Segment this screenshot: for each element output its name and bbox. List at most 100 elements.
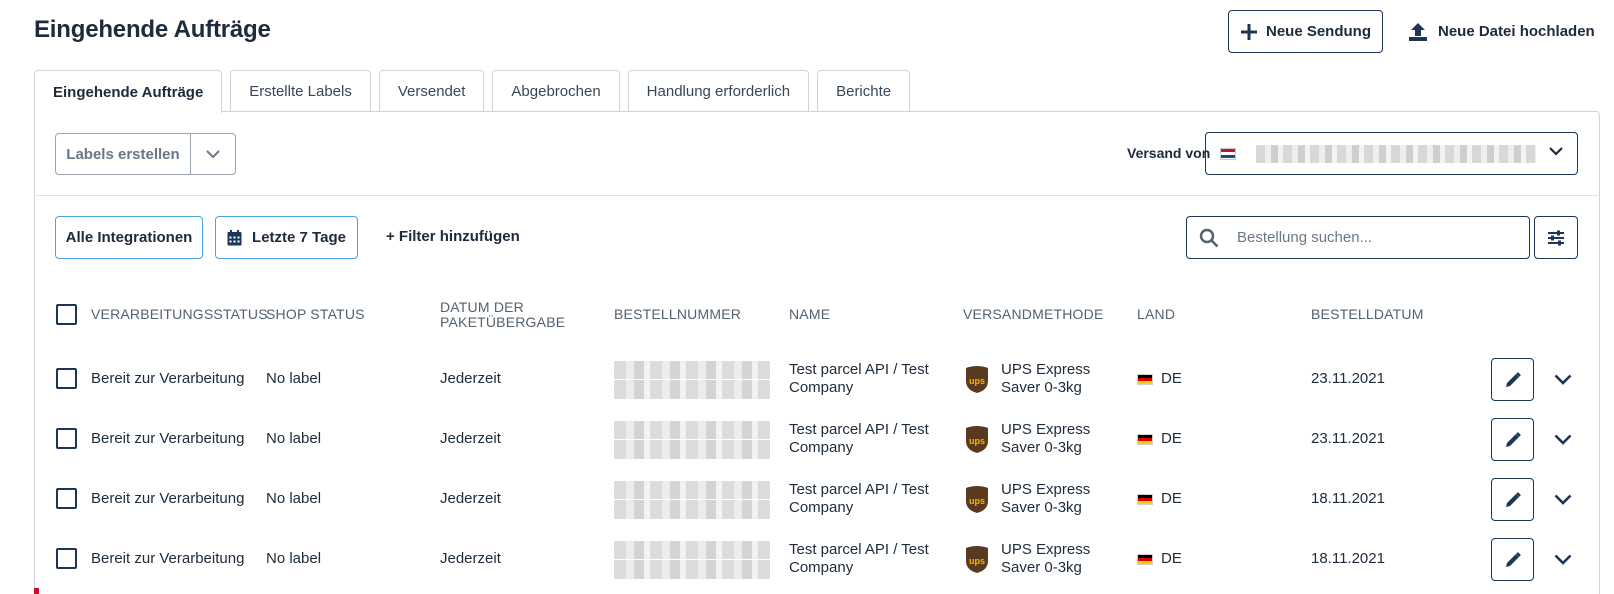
column-header-name[interactable]: NAME (789, 307, 830, 322)
upload-label: Neue Datei hochladen (1438, 23, 1595, 40)
date-range-label: Letzte 7 Tage (252, 229, 346, 246)
ups-logo-icon: ups (966, 426, 988, 453)
redacted-order-number (614, 541, 770, 579)
country-code: DE (1161, 490, 1182, 507)
plus-icon (1240, 23, 1257, 40)
column-header-processing-status[interactable]: VERARBEITUNGSSTATUS (91, 307, 268, 322)
shipping-method: UPS Express Saver 0-3kg (1001, 481, 1091, 516)
sliders-icon (1548, 230, 1564, 245)
new-shipment-label: Neue Sendung (1265, 23, 1371, 40)
shop-status: No label (266, 430, 322, 447)
chevron-down-icon (206, 149, 220, 158)
tab-action-required[interactable]: Handlung erforderlich (627, 70, 810, 112)
shop-status: No label (266, 370, 322, 387)
create-labels-dropdown-toggle[interactable] (191, 134, 235, 174)
order-date: 23.11.2021 (1311, 430, 1385, 447)
tab-shipped[interactable]: Versendet (378, 70, 485, 112)
order-date: 23.11.2021 (1311, 370, 1385, 387)
edit-button[interactable] (1491, 478, 1534, 521)
order-search-input[interactable] (1237, 229, 1507, 246)
handover-date: Jederzeit (440, 490, 501, 507)
shipping-method: UPS Express Saver 0-3kg (1001, 361, 1091, 396)
ups-logo-icon: ups (966, 366, 988, 393)
svg-text:ups: ups (969, 376, 985, 386)
page-title: Eingehende Aufträge (34, 16, 271, 43)
customer-name: Test parcel API / Test Company (789, 541, 929, 576)
search-icon (1199, 228, 1219, 247)
svg-text:ups: ups (969, 556, 985, 566)
row-checkbox[interactable] (56, 368, 77, 389)
redacted-order-number (614, 361, 770, 399)
chevron-down-icon (1549, 147, 1563, 156)
ship-from-select[interactable] (1205, 132, 1578, 175)
row-checkbox[interactable] (56, 548, 77, 569)
tab-cancelled[interactable]: Abgebrochen (492, 70, 620, 112)
column-header-handover-date[interactable]: DATUM DER PAKETÜBERGABE (440, 300, 570, 330)
redacted-address (1256, 144, 1536, 163)
customer-name: Test parcel API / Test Company (789, 361, 929, 396)
germany-flag-icon (1137, 494, 1153, 505)
divider (34, 195, 1600, 196)
svg-text:ups: ups (969, 496, 985, 506)
pencil-icon (1505, 551, 1521, 567)
order-search-box (1186, 216, 1530, 259)
shop-status: No label (266, 490, 322, 507)
order-date: 18.11.2021 (1311, 490, 1385, 507)
ups-logo-icon: ups (966, 546, 988, 573)
pencil-icon (1505, 491, 1521, 507)
germany-flag-icon (1137, 374, 1153, 385)
redacted-order-number (614, 481, 770, 519)
handover-date: Jederzeit (440, 430, 501, 447)
column-header-shipping-method[interactable]: VERSANDMETHODE (963, 307, 1103, 322)
edit-button[interactable] (1491, 538, 1534, 581)
pencil-icon (1505, 371, 1521, 387)
shipping-method: UPS Express Saver 0-3kg (1001, 541, 1091, 576)
processing-status: Bereit zur Verarbeitung (91, 550, 245, 567)
column-header-shop-status[interactable]: SHOP STATUS (266, 307, 365, 322)
create-labels-button[interactable]: Labels erstellen (56, 134, 191, 174)
column-header-order-number[interactable]: BESTELLNUMMER (614, 307, 741, 322)
tab-incoming-orders[interactable]: Eingehende Aufträge (34, 70, 223, 113)
row-checkbox[interactable] (56, 428, 77, 449)
expand-row-chevron-icon[interactable] (1553, 489, 1573, 509)
tab-created-labels[interactable]: Erstellte Labels (230, 70, 371, 112)
date-range-filter-chip[interactable]: Letzte 7 Tage (215, 216, 358, 259)
integrations-filter-chip[interactable]: Alle Integrationen (55, 216, 203, 259)
edit-button[interactable] (1491, 418, 1534, 461)
ups-logo-icon: ups (966, 486, 988, 513)
germany-flag-icon (1137, 434, 1153, 445)
column-header-order-date[interactable]: BESTELLDATUM (1311, 307, 1424, 322)
order-date: 18.11.2021 (1311, 550, 1385, 567)
processing-status: Bereit zur Verarbeitung (91, 430, 245, 447)
new-shipment-button[interactable]: Neue Sendung (1228, 10, 1383, 53)
pencil-icon (1505, 431, 1521, 447)
tab-reports[interactable]: Berichte (817, 70, 911, 112)
country-code: DE (1161, 430, 1182, 447)
expand-row-chevron-icon[interactable] (1553, 429, 1573, 449)
filter-settings-button[interactable] (1534, 216, 1578, 259)
expand-row-chevron-icon[interactable] (1553, 369, 1573, 389)
customer-name: Test parcel API / Test Company (789, 421, 929, 456)
status-marker (34, 588, 39, 594)
upload-file-button[interactable]: Neue Datei hochladen (1408, 10, 1595, 53)
upload-icon (1409, 22, 1427, 41)
tab-bar: Eingehende Aufträge Erstellte Labels Ver… (34, 70, 911, 113)
create-labels-split-button: Labels erstellen (55, 133, 236, 175)
svg-text:ups: ups (969, 436, 985, 446)
shop-status: No label (266, 550, 322, 567)
column-header-country[interactable]: LAND (1137, 307, 1175, 322)
calendar-icon (227, 229, 242, 245)
handover-date: Jederzeit (440, 370, 501, 387)
row-checkbox[interactable] (56, 488, 77, 509)
select-all-checkbox[interactable] (56, 304, 77, 325)
country-code: DE (1161, 550, 1182, 567)
processing-status: Bereit zur Verarbeitung (91, 490, 245, 507)
expand-row-chevron-icon[interactable] (1553, 549, 1573, 569)
edit-button[interactable] (1491, 358, 1534, 401)
germany-flag-icon (1137, 554, 1153, 565)
content-panel (34, 111, 1600, 594)
add-filter-link[interactable]: + Filter hinzufügen (386, 228, 520, 245)
processing-status: Bereit zur Verarbeitung (91, 370, 245, 387)
netherlands-flag-icon (1220, 147, 1236, 160)
handover-date: Jederzeit (440, 550, 501, 567)
